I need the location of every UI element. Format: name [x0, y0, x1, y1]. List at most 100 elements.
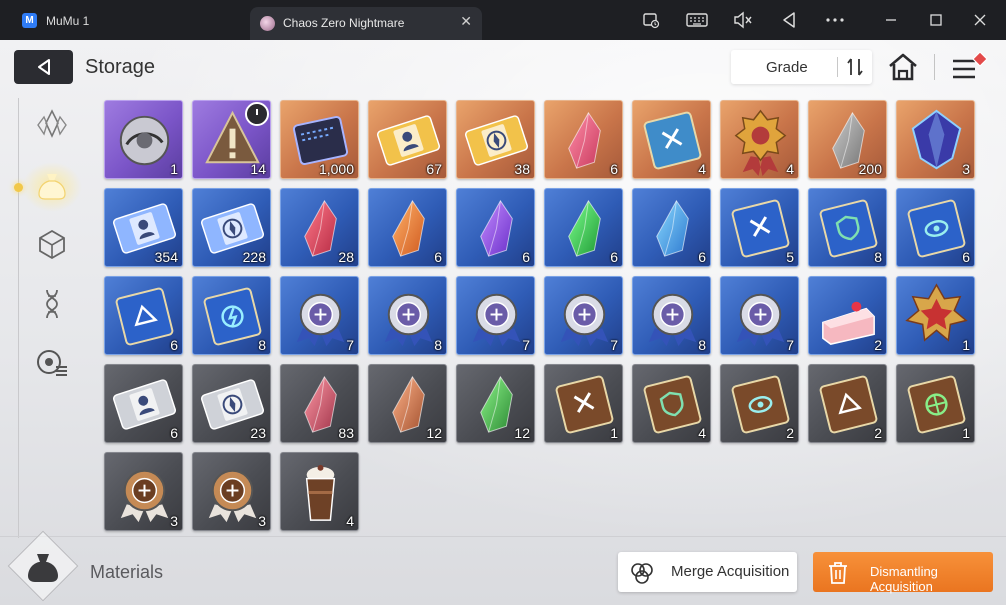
item-slot-shield-badge[interactable]: 8 — [368, 276, 447, 355]
item-slot-globe-book-brown[interactable]: 1 — [896, 364, 975, 443]
item-quantity: 8 — [258, 337, 266, 353]
footer-divider — [0, 536, 1006, 537]
tab-close-button[interactable]: ✕ — [460, 13, 472, 30]
item-quantity: 4 — [698, 161, 706, 177]
dismantling-acquisition-button[interactable]: Dismantling Acquisition — [813, 552, 993, 594]
sidebar-item-crystals[interactable] — [30, 104, 74, 144]
page-title: Storage — [85, 56, 156, 78]
item-quantity: 8 — [434, 337, 442, 353]
item-slot-shield-book-brown[interactable]: 4 — [632, 364, 711, 443]
item-slot-gold-shards[interactable]: 200 — [808, 100, 887, 179]
mute-icon — [734, 11, 752, 29]
item-quantity: 1 — [962, 337, 970, 353]
item-slot-azure-shard[interactable]: 6 — [632, 188, 711, 267]
item-slot-eye-book-brown[interactable]: 2 — [720, 364, 799, 443]
trash-icon — [829, 562, 847, 584]
item-quantity: 6 — [522, 249, 530, 265]
back-triangle-icon — [783, 12, 795, 28]
materials-bag-icon — [28, 554, 58, 582]
android-back-button[interactable] — [777, 8, 801, 32]
item-quantity: 28 — [338, 249, 354, 265]
item-slot-eye-book-blue[interactable]: 6 — [896, 188, 975, 267]
merge-acquisition-button[interactable]: Merge Acquisition — [618, 552, 797, 592]
item-slot-gold-compass-ticket[interactable]: 38 — [456, 100, 535, 179]
item-slot-orange-shard[interactable]: 6 — [368, 188, 447, 267]
item-quantity: 3 — [962, 161, 970, 177]
item-quantity: 38 — [514, 161, 530, 177]
item-slot-blue-compass-ticket[interactable]: 228 — [192, 188, 271, 267]
item-quantity: 2 — [874, 425, 882, 441]
item-quantity: 7 — [610, 337, 618, 353]
item-slot-sword-badge[interactable]: 7 — [280, 276, 359, 355]
sidebar-item-materials[interactable] — [30, 166, 74, 206]
sidebar-item-equipment[interactable] — [30, 224, 74, 264]
sidebar-item-genes[interactable] — [30, 284, 74, 324]
item-slot-gray-compass-ticket[interactable]: 23 — [192, 364, 271, 443]
sidebar-item-records[interactable] — [30, 343, 74, 383]
emulator-instance-name: MuMu 1 — [46, 14, 90, 28]
item-slot-bolt-book-blue[interactable]: 8 — [192, 276, 271, 355]
mute-button[interactable] — [731, 8, 755, 32]
minimize-button[interactable] — [879, 8, 903, 32]
item-slot-strawberry-cake[interactable]: 2 — [808, 276, 887, 355]
sort-order-icon[interactable] — [846, 56, 864, 78]
item-quantity: 8 — [698, 337, 706, 353]
item-slot-arrow-book-blue[interactable]: 6 — [104, 276, 183, 355]
item-quantity: 4 — [346, 513, 354, 529]
menu-icon[interactable] — [950, 50, 990, 84]
tab-title: Chaos Zero Nightmare — [283, 16, 405, 30]
screen-record-button[interactable] — [639, 8, 663, 32]
item-slot-gold-medal[interactable]: 4 — [720, 100, 799, 179]
item-slot-sword-book-blue[interactable]: 5 — [720, 188, 799, 267]
item-grid: 1 14 1,000 67 38 644 200 3 354 228 28 6 6 6 658… — [104, 100, 976, 532]
merge-icon — [631, 563, 653, 584]
item-slot-blue-gem[interactable]: 3 — [896, 100, 975, 179]
item-slot-sword-book-brown[interactable]: 1 — [544, 364, 623, 443]
item-slot-red-shard[interactable]: 28 — [280, 188, 359, 267]
item-slot-star-badge[interactable]: 7 — [544, 276, 623, 355]
item-slot-red-star-medal[interactable]: 1 — [896, 276, 975, 355]
item-slot-chocolate-frappe[interactable]: 4 — [280, 452, 359, 531]
dna-icon — [46, 289, 58, 319]
item-slot-bolt-badge-bronze[interactable]: 3 — [192, 452, 271, 531]
item-slot-silver-orb[interactable]: 1 — [104, 100, 183, 179]
item-slot-data-chip[interactable]: 1,000 — [280, 100, 359, 179]
item-quantity: 4 — [698, 425, 706, 441]
maximize-button[interactable] — [924, 8, 948, 32]
item-slot-green-shard[interactable]: 6 — [544, 188, 623, 267]
item-slot-shield-book-blue[interactable]: 8 — [808, 188, 887, 267]
item-slot-warning-sign[interactable]: 14 — [192, 100, 271, 179]
sidebar-rail — [18, 98, 19, 538]
keyboard-button[interactable] — [685, 8, 709, 32]
item-slot-sword-book-gold[interactable]: 4 — [632, 100, 711, 179]
item-quantity: 3 — [258, 513, 266, 529]
item-slot-violet-shard[interactable]: 6 — [456, 188, 535, 267]
item-slot-gray-character-ticket[interactable]: 6 — [104, 364, 183, 443]
item-slot-globe-badge[interactable]: 7 — [720, 276, 799, 355]
item-slot-amber-shard[interactable]: 12 — [368, 364, 447, 443]
sort-dropdown[interactable]: Grade — [731, 50, 872, 84]
item-quantity: 7 — [786, 337, 794, 353]
item-slot-pink-crystal[interactable]: 6 — [544, 100, 623, 179]
more-options-button[interactable] — [823, 8, 847, 32]
item-slot-shield-badge-bronze[interactable]: 3 — [104, 452, 183, 531]
tab-chaos-zero-nightmare[interactable]: Chaos Zero Nightmare ✕ — [250, 7, 482, 40]
crystal-icon — [37, 109, 67, 138]
item-slot-bolt-badge[interactable]: 8 — [632, 276, 711, 355]
mumu-logo-icon: M — [22, 13, 37, 28]
back-button[interactable] — [14, 50, 73, 84]
item-slot-blue-character-ticket[interactable]: 354 — [104, 188, 183, 267]
item-slot-jade-shard[interactable]: 12 — [456, 364, 535, 443]
item-slot-gold-character-ticket[interactable]: 67 — [368, 100, 447, 179]
home-icon[interactable] — [887, 52, 919, 82]
emulator-titlebar: M MuMu 1 Chaos Zero Nightmare ✕ — [0, 0, 1006, 40]
item-quantity: 23 — [250, 425, 266, 441]
item-slot-eye-badge[interactable]: 7 — [456, 276, 535, 355]
item-slot-arrow-book-brown[interactable]: 2 — [808, 364, 887, 443]
keyboard-icon — [686, 13, 708, 27]
item-slot-rose-shard[interactable]: 83 — [280, 364, 359, 443]
item-quantity: 6 — [610, 161, 618, 177]
close-window-button[interactable] — [968, 8, 992, 32]
item-quantity: 7 — [346, 337, 354, 353]
item-quantity: 83 — [338, 425, 354, 441]
